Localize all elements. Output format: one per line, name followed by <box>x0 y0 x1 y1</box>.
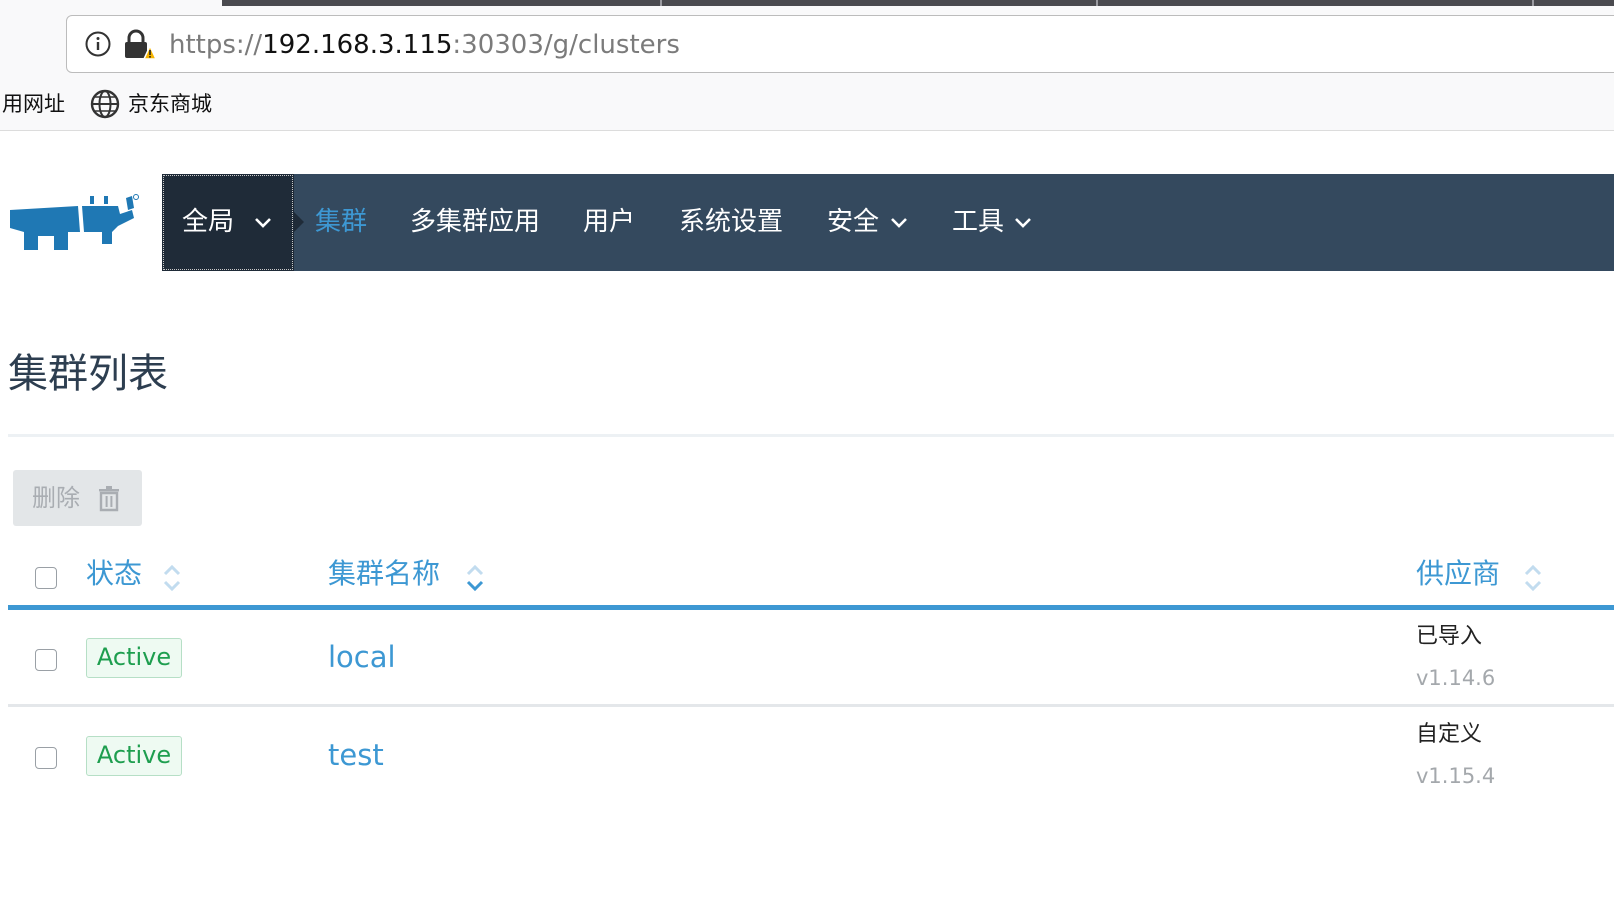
bookmark-item-jd[interactable]: 京东商城 <box>128 86 212 122</box>
rancher-logo-icon[interactable] <box>8 192 140 254</box>
url-text[interactable]: https://192.168.3.115:30303/g/clusters <box>169 29 680 61</box>
provider-name: 自定义 <box>1416 722 1483 747</box>
select-all-checkbox[interactable] <box>35 567 57 589</box>
info-icon[interactable] <box>85 31 111 57</box>
delete-button[interactable]: 删除 <box>13 470 142 526</box>
chevron-down-icon <box>255 218 271 228</box>
status-badge: Active <box>86 638 182 678</box>
provider-name: 已导入 <box>1416 624 1483 649</box>
kubernetes-version: v1.15.4 <box>1416 764 1496 788</box>
main-nav: 全局 集群 多集群应用 用户 系统设置 安全 工具 <box>162 174 1614 271</box>
tab-strip[interactable] <box>222 0 1614 6</box>
nav-item-multi-cluster-apps[interactable]: 多集群应用 <box>410 174 540 271</box>
divider <box>8 434 1614 437</box>
table-header-divider <box>8 605 1614 610</box>
address-bar[interactable]: https://192.168.3.115:30303/g/clusters <box>66 15 1614 73</box>
globe-icon <box>90 89 120 119</box>
url-path: :30303/g/clusters <box>452 30 680 60</box>
row-checkbox[interactable] <box>35 649 57 671</box>
column-header-provider[interactable]: 供应商 <box>1416 552 1500 596</box>
kubernetes-version: v1.14.6 <box>1416 666 1496 690</box>
global-scope-dropdown[interactable]: 全局 <box>162 174 304 271</box>
url-host: 192.168.3.115 <box>262 30 453 60</box>
chevron-down-icon <box>891 218 907 228</box>
sort-icon[interactable] <box>162 562 182 594</box>
chevron-down-icon <box>1015 218 1031 228</box>
nav-item-security[interactable]: 安全 <box>827 174 879 271</box>
row-checkbox[interactable] <box>35 747 57 769</box>
global-scope-label: 全局 <box>182 207 235 237</box>
column-header-status[interactable]: 状态 <box>86 552 142 596</box>
nav-item-tools[interactable]: 工具 <box>952 174 1004 271</box>
status-badge: Active <box>86 736 182 776</box>
nav-item-settings[interactable]: 系统设置 <box>679 174 783 271</box>
page-title: 集群列表 <box>8 351 168 397</box>
trash-icon <box>99 486 119 512</box>
url-scheme: https:// <box>169 30 263 60</box>
sort-icon[interactable] <box>465 562 485 594</box>
delete-button-label: 删除 <box>32 484 80 512</box>
nav-item-clusters[interactable]: 集群 <box>315 174 367 271</box>
sort-icon[interactable] <box>1523 562 1543 594</box>
column-header-cluster-name[interactable]: 集群名称 <box>328 552 440 596</box>
cluster-name-link[interactable]: test <box>328 735 384 775</box>
insecure-lock-icon[interactable] <box>123 29 157 61</box>
cluster-name-link[interactable]: local <box>328 637 396 677</box>
row-divider <box>8 704 1614 707</box>
nav-item-users[interactable]: 用户 <box>583 174 635 271</box>
bookmark-item[interactable]: 用网址 <box>2 86 65 122</box>
browser-chrome: https://192.168.3.115:30303/g/clusters 用… <box>0 0 1614 131</box>
